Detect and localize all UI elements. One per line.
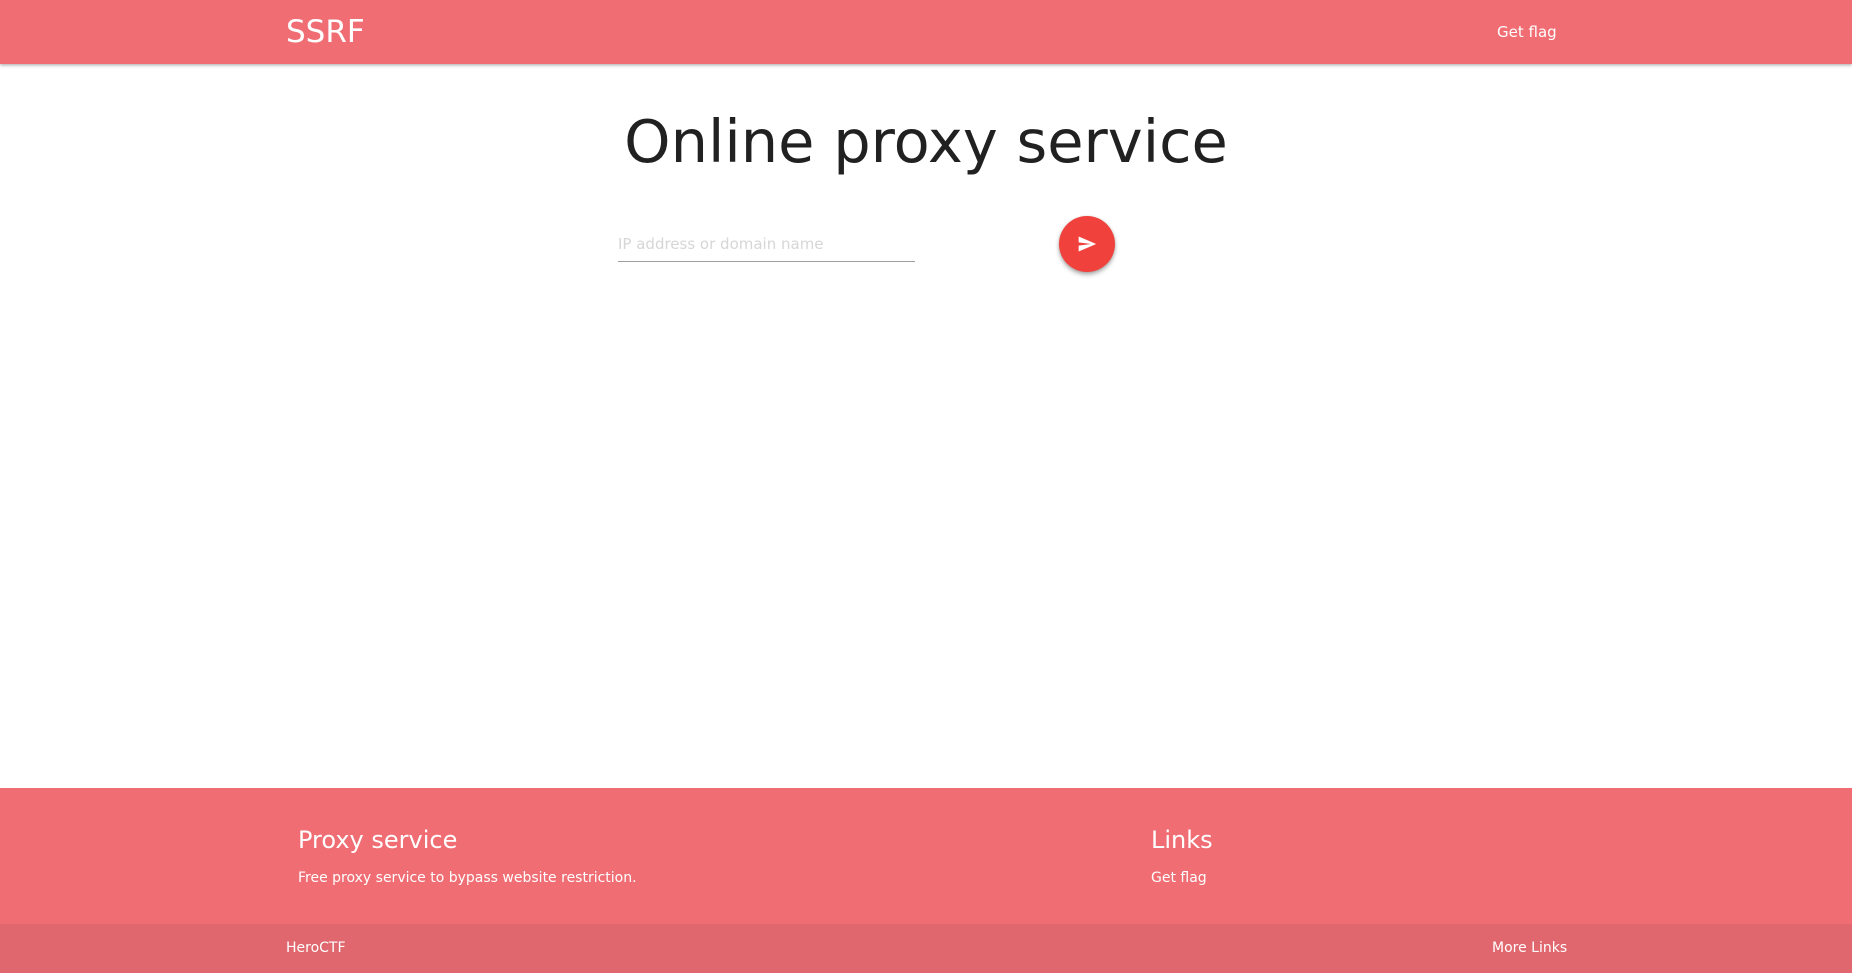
footer-links-title: Links: [1151, 826, 1213, 854]
nav-link-get-flag[interactable]: Get flag: [1483, 20, 1571, 44]
navbar: SSRF Get flag: [0, 0, 1852, 64]
footer-about-title: Proxy service: [298, 826, 458, 854]
page-title: Online proxy service: [624, 107, 1228, 176]
footer-copyright: HeroCTF More Links: [0, 924, 1852, 973]
footer-about-text: Free proxy service to bypass website res…: [298, 870, 637, 886]
url-input[interactable]: [618, 226, 915, 262]
send-button[interactable]: [1059, 216, 1115, 272]
copyright-text: HeroCTF: [286, 940, 346, 956]
brand-logo[interactable]: SSRF: [286, 12, 365, 52]
footer: Proxy service Free proxy service to bypa…: [0, 788, 1852, 924]
footer-link-get-flag[interactable]: Get flag: [1151, 868, 1207, 888]
page: SSRF Get flag Online proxy service Proxy…: [0, 0, 1852, 973]
send-icon: [1078, 236, 1097, 252]
more-links-link[interactable]: More Links: [1492, 938, 1567, 958]
main-content: Online proxy service: [0, 64, 1852, 788]
